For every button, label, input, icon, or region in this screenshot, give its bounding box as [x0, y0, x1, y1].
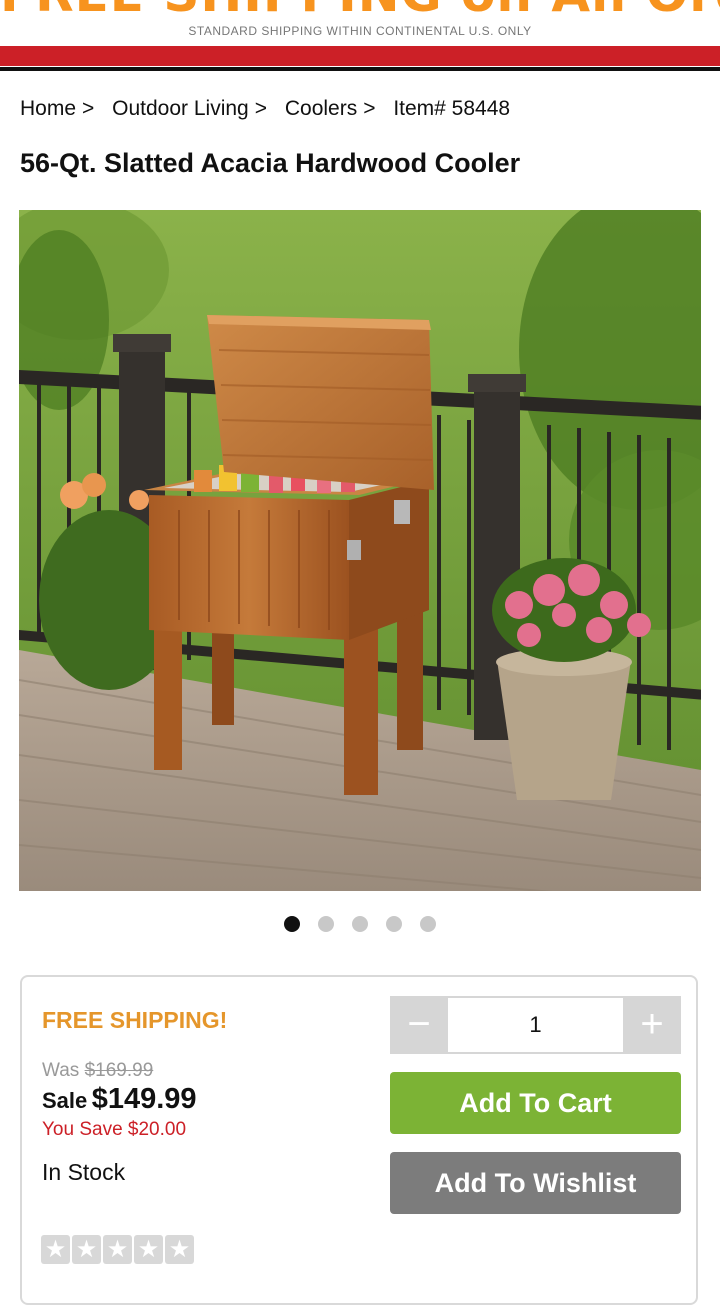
breadcrumb-outdoor-living[interactable]: Outdoor Living	[112, 97, 249, 120]
breadcrumb-home[interactable]: Home	[20, 97, 76, 120]
add-to-cart-button[interactable]: Add To Cart	[390, 1072, 681, 1134]
product-photo-icon	[19, 210, 701, 891]
free-shipping-label: FREE SHIPPING!	[42, 1007, 228, 1033]
promo-banner[interactable]: FREE SHIPPING on All Orders over $25. ST…	[0, 0, 720, 46]
carousel-dots	[0, 916, 720, 932]
buy-box: FREE SHIPPING! Was $169.99 Sale $149.99 …	[20, 975, 698, 1305]
carousel-dot[interactable]	[420, 916, 436, 932]
breadcrumb-separator: >	[82, 97, 95, 120]
star-icon: ★	[72, 1235, 101, 1264]
sale-label: Sale	[42, 1088, 88, 1113]
carousel-dot[interactable]	[318, 916, 334, 932]
quantity-increase-button[interactable]: +	[623, 996, 681, 1054]
stock-status: In Stock	[42, 1159, 126, 1185]
star-icon: ★	[165, 1235, 194, 1264]
star-icon: ★	[103, 1235, 132, 1264]
promo-headline: FREE SHIPPING on All Orders over $25.	[0, 0, 720, 24]
product-image[interactable]	[19, 210, 701, 891]
quantity-decrease-button[interactable]: −	[390, 996, 448, 1054]
carousel-dot-active[interactable]	[284, 916, 300, 932]
was-label: Was	[42, 1060, 80, 1081]
breadcrumb-coolers[interactable]: Coolers	[285, 97, 357, 120]
header-red-bar	[0, 46, 720, 66]
breadcrumb-item-number: Item# 58448	[393, 97, 511, 120]
add-to-wishlist-button[interactable]: Add To Wishlist	[390, 1152, 681, 1214]
you-save-label: You Save $20.00	[42, 1119, 187, 1140]
breadcrumb: Home > Outdoor Living > Coolers > Item# 584…	[20, 97, 516, 121]
rating-stars[interactable]: ★ ★ ★ ★ ★	[41, 1235, 194, 1264]
breadcrumb-separator: >	[254, 97, 267, 120]
quantity-input[interactable]	[448, 996, 623, 1054]
breadcrumb-separator: >	[363, 97, 376, 120]
sale-price-row: Sale $149.99	[42, 1083, 197, 1116]
was-price: $169.99	[84, 1060, 154, 1081]
sale-price: $149.99	[91, 1083, 197, 1115]
header-divider	[0, 67, 720, 71]
was-price-row: Was $169.99	[42, 1060, 153, 1082]
carousel-dot[interactable]	[386, 916, 402, 932]
quantity-stepper: − +	[390, 996, 681, 1054]
carousel-dot[interactable]	[352, 916, 368, 932]
star-icon: ★	[134, 1235, 163, 1264]
star-icon: ★	[41, 1235, 70, 1264]
page-title: 56-Qt. Slatted Acacia Hardwood Cooler	[20, 148, 521, 178]
promo-subtext: STANDARD SHIPPING WITHIN CONTINENTAL U.S…	[188, 24, 532, 38]
